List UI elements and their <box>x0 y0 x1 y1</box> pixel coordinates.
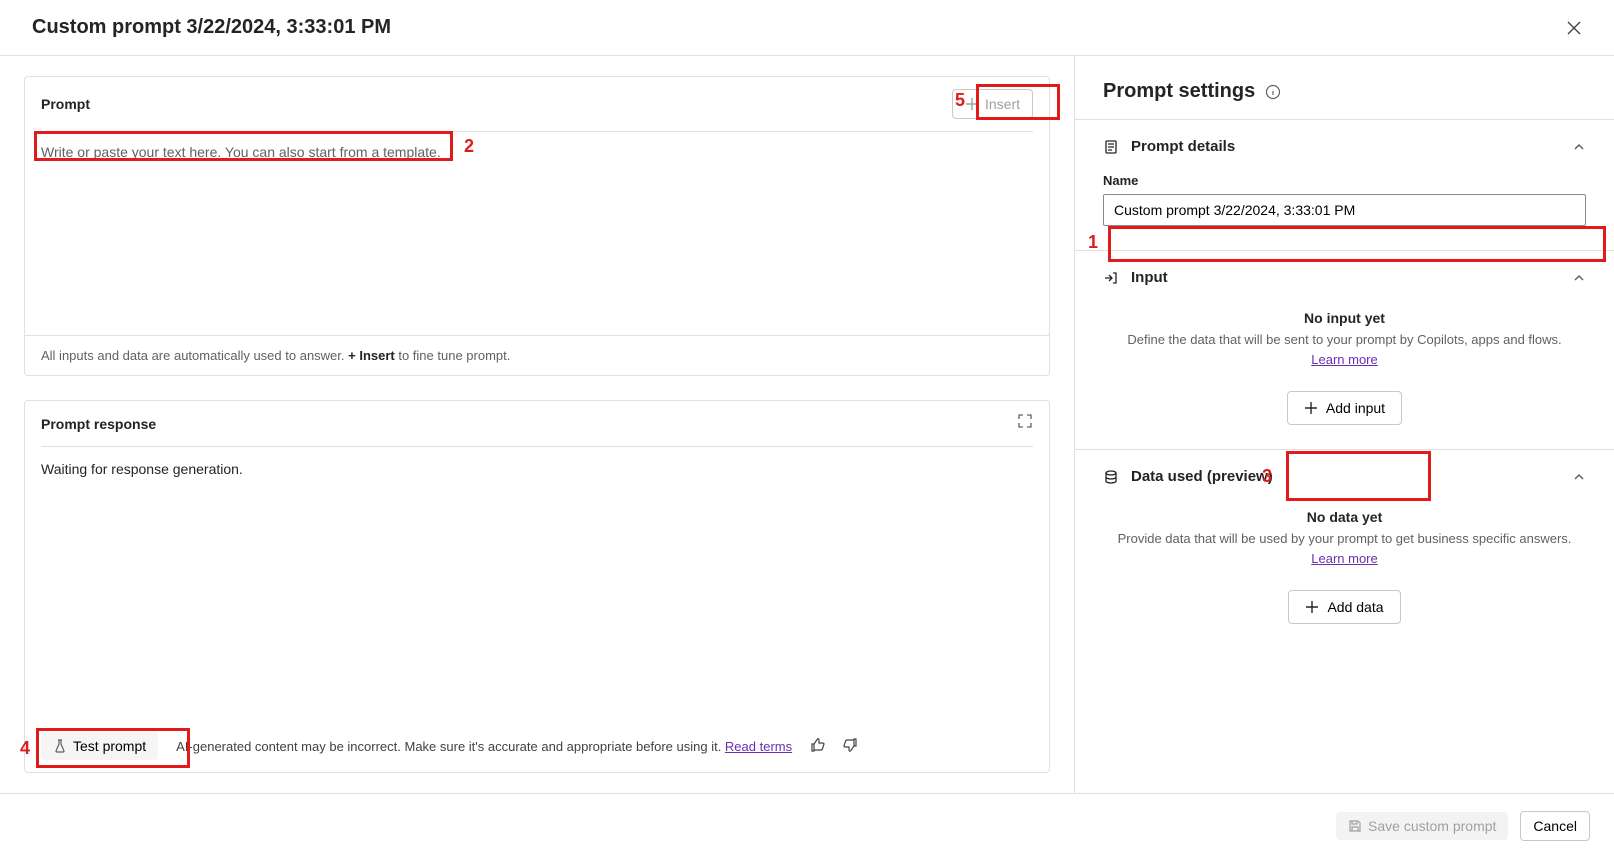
save-icon <box>1348 819 1362 833</box>
input-title: Input <box>1131 269 1560 286</box>
section-header-details[interactable]: Prompt details <box>1075 120 1614 173</box>
chevron-up-icon <box>1572 140 1586 154</box>
prompt-title: Prompt <box>41 96 90 112</box>
disclaimer-text: AI-generated content may be incorrect. M… <box>176 739 725 754</box>
close-button[interactable] <box>1558 12 1590 44</box>
cancel-button[interactable]: Cancel <box>1520 811 1590 841</box>
test-prompt-label: Test prompt <box>73 738 146 754</box>
no-input-title: No input yet <box>1103 310 1586 326</box>
add-data-label: Add data <box>1327 599 1383 615</box>
section-header-data[interactable]: Data used (preview) <box>1075 450 1614 503</box>
plus-icon <box>1304 401 1318 415</box>
ai-disclaimer: AI-generated content may be incorrect. M… <box>176 739 792 754</box>
expand-icon <box>1017 413 1033 429</box>
test-prompt-button[interactable]: Test prompt <box>41 732 158 760</box>
expand-button[interactable] <box>1017 413 1033 434</box>
input-learn-more-link[interactable]: Learn more <box>1311 352 1377 367</box>
response-title: Prompt response <box>41 416 156 432</box>
helper-pre: All inputs and data are automatically us… <box>41 348 348 363</box>
thumbs-down-button[interactable] <box>842 737 858 756</box>
response-body: Waiting for response generation. <box>25 447 1049 720</box>
no-data-desc: Provide data that will be used by your p… <box>1103 531 1586 546</box>
helper-post: to fine tune prompt. <box>395 348 511 363</box>
settings-title: Prompt settings <box>1103 80 1255 103</box>
input-icon <box>1103 270 1119 286</box>
add-data-button[interactable]: Add data <box>1288 590 1400 624</box>
thumbs-up-button[interactable] <box>810 737 826 756</box>
prompt-placeholder-post: . <box>437 144 441 160</box>
chevron-up-icon <box>1572 271 1586 285</box>
cancel-label: Cancel <box>1533 818 1577 834</box>
no-data-title: No data yet <box>1103 509 1586 525</box>
thumbs-down-icon <box>842 737 858 753</box>
prompt-input[interactable]: Write or paste your text here. You can a… <box>25 132 1049 335</box>
thumbs-up-icon <box>810 737 826 753</box>
info-icon[interactable] <box>1265 84 1281 100</box>
details-title: Prompt details <box>1131 138 1560 155</box>
name-label: Name <box>1103 173 1586 188</box>
prompt-card: Prompt Insert Write or paste your text h… <box>24 76 1050 376</box>
save-label: Save custom prompt <box>1368 818 1496 834</box>
details-icon <box>1103 139 1119 155</box>
section-header-input[interactable]: Input <box>1075 251 1614 304</box>
chevron-up-icon <box>1572 470 1586 484</box>
flask-icon <box>53 739 67 753</box>
prompt-placeholder-pre: Write or paste your text here. You can a… <box>41 144 308 160</box>
plus-icon <box>1305 600 1319 614</box>
add-input-label: Add input <box>1326 400 1385 416</box>
response-card: Prompt response Waiting for response gen… <box>24 400 1050 773</box>
data-title: Data used (preview) <box>1131 468 1560 485</box>
name-input[interactable] <box>1103 194 1586 226</box>
data-learn-more-link[interactable]: Learn more <box>1311 551 1377 566</box>
add-input-button[interactable]: Add input <box>1287 391 1402 425</box>
prompt-helper: All inputs and data are automatically us… <box>25 335 1049 375</box>
read-terms-link[interactable]: Read terms <box>725 739 792 754</box>
start-from-template-link[interactable]: start from a template <box>308 144 436 160</box>
plus-icon <box>965 97 979 111</box>
database-icon <box>1103 469 1119 485</box>
insert-button[interactable]: Insert <box>952 89 1033 119</box>
close-icon <box>1566 20 1582 36</box>
insert-label: Insert <box>985 96 1020 112</box>
page-title: Custom prompt 3/22/2024, 3:33:01 PM <box>32 16 391 39</box>
no-input-desc: Define the data that will be sent to you… <box>1103 332 1586 347</box>
save-button[interactable]: Save custom prompt <box>1336 812 1508 840</box>
helper-bold: + Insert <box>348 348 395 363</box>
